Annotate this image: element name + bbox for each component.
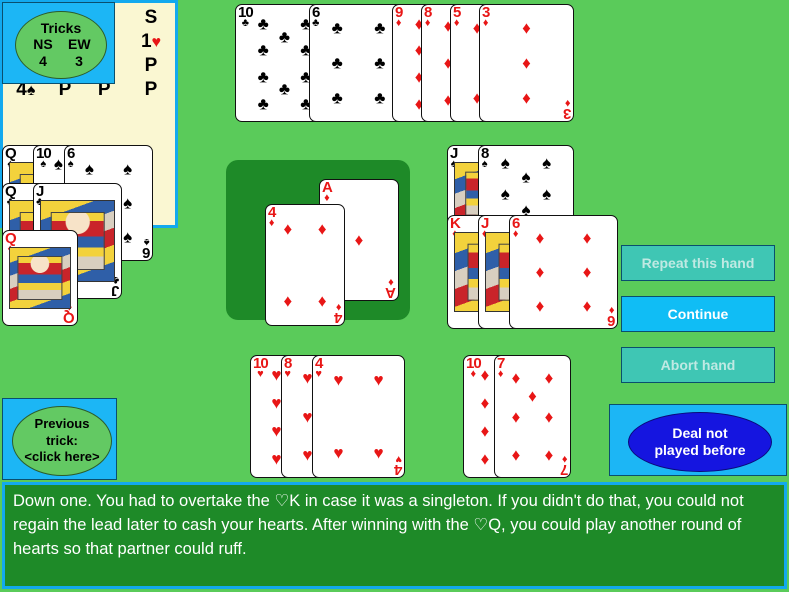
playing-card[interactable]: 3 ♦ 3 ♦ ♦ ♦ ♦ [479,4,574,122]
playing-card[interactable]: 4 ♦ 4 ♦ ♦ ♦ ♦ ♦ [265,204,345,326]
tricks-ns-value: 4 [39,53,47,70]
card-pips: ♦ ♦ ♦ ♦ ♦ ♦ [535,228,592,316]
bidding-header-s: S [144,7,158,28]
continue-button[interactable]: Continue [621,296,775,332]
bridge-game-table: Tricks NS EW 4 3 WNES -P1♦1♥1♠P2♠P4♠PPP … [0,0,789,592]
card-pips: ♥ ♥ ♥ ♥ [333,370,384,463]
abort-hand-button[interactable]: Abort hand [621,347,775,383]
previous-trick-panel: Previous trick: <click here> [2,398,117,480]
tricks-ns-label: NS [33,36,53,53]
tricks-values: 4 3 [32,53,90,70]
playing-card[interactable]: 7 ♦ 7 ♦ ♦ ♦ ♦ ♦ ♦ ♦ ♦ [494,355,571,478]
card-pips: ♦ ♦ ♦ ♦ [283,219,327,311]
deal-status-line1: Deal not [672,424,728,441]
previous-trick-line2: trick: [46,432,78,448]
commentary-message: Down one. You had to overtake the ♡K in … [2,482,787,589]
deal-status-line2: played before [654,442,746,458]
tricks-ew-value: 3 [75,53,83,70]
bid-cell: P [144,79,158,100]
tricks-side-labels: NS EW [32,36,90,53]
previous-trick-line1: Previous [34,415,90,431]
card-pips: ♦ ♦ ♦ ♦ ♦ ♦ ♦ [511,368,554,465]
card-pips: ♦ ♦ ♦ [522,18,531,108]
deal-status-badge[interactable]: Deal not played before [628,412,772,472]
repeat-hand-button[interactable]: Repeat this hand [621,245,775,281]
playing-card[interactable]: Q♦Q♦ [2,230,78,326]
previous-trick-line3: <click here> [24,449,100,465]
bid-cell: P [144,55,158,76]
deal-status-panel: Deal not played before [609,404,787,476]
bid-cell: 1♥ [140,31,162,52]
card-face-art [9,247,71,309]
tricks-ew-label: EW [68,36,91,53]
playing-card[interactable]: 4 ♥ 4 ♥ ♥ ♥ ♥ ♥ [312,355,405,478]
previous-trick-button[interactable]: Previous trick: <click here> [12,406,112,476]
tricks-oval: Tricks NS EW 4 3 [15,11,107,79]
playing-card[interactable]: 6 ♦ 6 ♦ ♦ ♦ ♦ ♦ ♦ ♦ [509,215,618,329]
tricks-counter-panel: Tricks NS EW 4 3 [2,2,115,84]
tricks-title: Tricks [40,20,82,37]
